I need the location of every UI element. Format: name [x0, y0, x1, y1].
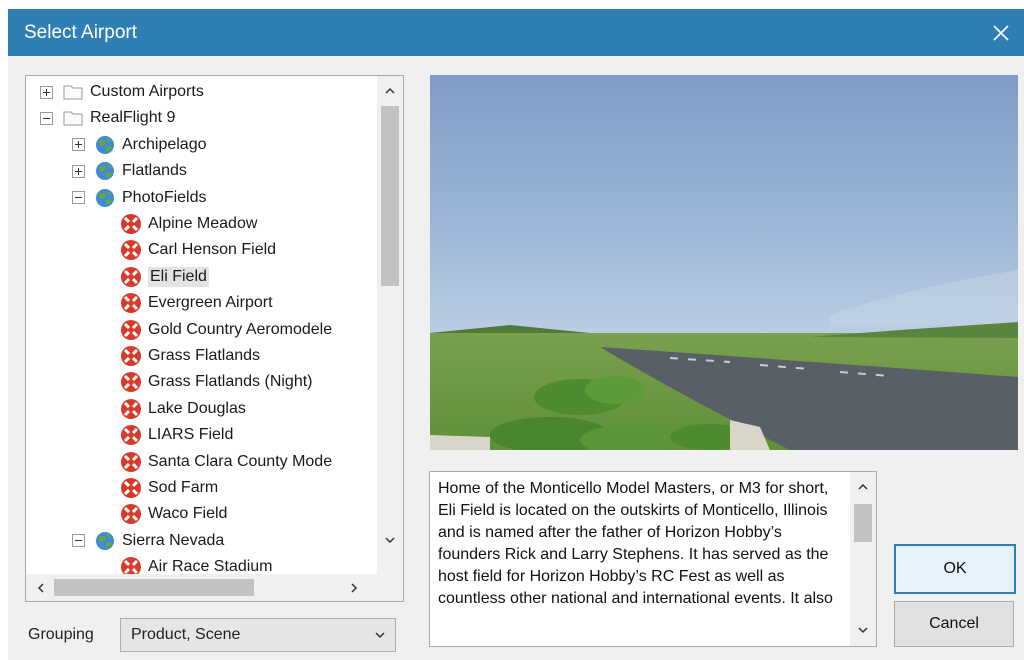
expand-icon[interactable] — [40, 85, 53, 99]
tree-item[interactable]: Gold Country Aeromodele — [120, 318, 332, 342]
airport-tree[interactable]: Custom Airports RealFlight 9 Archipelago Fl… — [25, 75, 404, 602]
expand-icon[interactable] — [72, 164, 85, 178]
globe-icon — [94, 530, 116, 552]
close-icon — [993, 24, 1009, 41]
airport-icon — [120, 345, 142, 367]
tree-item[interactable]: Lake Douglas — [120, 397, 246, 421]
tree-item-label: Gold Country Aeromodele — [148, 320, 333, 338]
grouping-value: Product, Scene — [131, 626, 241, 643]
airport-icon — [120, 239, 142, 261]
description-scroll-up-icon[interactable] — [857, 481, 869, 493]
tree-item[interactable]: LIARS Field — [120, 423, 233, 447]
tree-item-label: Archipelago — [122, 135, 207, 153]
cancel-button[interactable]: Cancel — [894, 601, 1014, 647]
tree-item[interactable]: Carl Henson Field — [120, 238, 276, 262]
tree-item-label: Grass Flatlands — [148, 347, 261, 364]
tree-vertical-scrollbar[interactable] — [377, 76, 403, 556]
collapse-icon[interactable] — [72, 191, 85, 205]
tree-item[interactable]: Sierra Nevada — [72, 529, 224, 553]
tree-item-label: Alpine Meadow — [148, 215, 258, 232]
globe-icon — [94, 160, 116, 182]
scrollbar-corner — [377, 556, 403, 601]
airport-icon — [120, 451, 142, 473]
tree-item-label: PhotoFields — [122, 188, 207, 206]
tree-item[interactable]: Sod Farm — [120, 476, 218, 500]
airport-icon — [120, 371, 142, 393]
tree-item[interactable]: Waco Field — [120, 502, 227, 526]
globe-icon — [94, 187, 116, 209]
tree-item[interactable]: RealFlight 9 — [40, 106, 175, 130]
tree-item[interactable]: Santa Clara County Mode — [120, 450, 332, 474]
scroll-left-arrow-icon[interactable] — [35, 582, 47, 594]
tree-item-label: Waco Field — [148, 505, 228, 523]
airport-icon — [120, 213, 142, 235]
airport-icon — [120, 398, 142, 420]
description-scrollbar[interactable] — [850, 472, 876, 646]
description-box[interactable]: Home of the Monticello Model Masters, or… — [429, 471, 877, 647]
airport-icon — [120, 319, 142, 341]
window-title: Select Airport — [24, 22, 137, 43]
tree-item-label: Grass Flatlands (Night) — [148, 373, 313, 391]
tree-item-label: Lake Douglas — [148, 399, 246, 417]
tree-item-label: LIARS Field — [148, 426, 234, 444]
description-scroll-thumb[interactable] — [854, 504, 872, 542]
tree-item-label: Eli Field — [148, 266, 209, 287]
airport-preview-image — [430, 75, 1018, 450]
tree-item[interactable]: Eli Field — [120, 265, 209, 289]
tree-item-label: Santa Clara County Mode — [148, 452, 333, 470]
grouping-dropdown[interactable]: Product, Scene — [120, 618, 396, 652]
tree-item[interactable]: Evergreen Airport — [120, 291, 273, 315]
tree-item[interactable]: Alpine Meadow — [120, 212, 257, 236]
airport-icon — [120, 503, 142, 525]
airport-icon — [120, 424, 142, 446]
dialog-body: Custom Airports RealFlight 9 Archipelago Fl… — [8, 56, 1024, 660]
scroll-up-arrow-icon[interactable] — [384, 85, 396, 97]
description-scroll-down-icon[interactable] — [857, 624, 869, 636]
airport-icon — [120, 266, 142, 288]
tree-item[interactable]: Grass Flatlands (Night) — [120, 370, 313, 394]
close-button[interactable] — [978, 9, 1024, 56]
tree-item-label: Carl Henson Field — [148, 241, 277, 259]
collapse-icon[interactable] — [72, 534, 85, 548]
tree-item[interactable]: Grass Flatlands — [120, 344, 260, 368]
ok-button[interactable]: OK — [894, 544, 1016, 594]
tree-item-label: Sierra Nevada — [122, 531, 225, 549]
expand-icon[interactable] — [72, 138, 85, 152]
tree-item-label: Evergreen Airport — [148, 294, 273, 312]
title-bar: Select Airport — [8, 9, 1024, 56]
tree-horizontal-scrollbar[interactable] — [26, 574, 377, 601]
folder-icon — [62, 81, 84, 103]
folder-icon — [62, 107, 84, 129]
tree-item-label: Flatlands — [122, 162, 187, 180]
airport-icon — [120, 292, 142, 314]
tree-horizontal-scroll-thumb[interactable] — [54, 579, 254, 596]
tree-item-label: Custom Airports — [90, 83, 204, 100]
tree-item[interactable]: PhotoFields — [72, 186, 207, 210]
airport-icon — [120, 477, 142, 499]
scroll-down-arrow-icon[interactable] — [384, 534, 396, 546]
tree-item[interactable]: Archipelago — [72, 133, 207, 157]
tree-item[interactable]: Flatlands — [72, 159, 187, 183]
tree-item[interactable]: Custom Airports — [40, 80, 204, 104]
tree-vertical-scroll-thumb[interactable] — [381, 106, 399, 286]
scroll-right-arrow-icon[interactable] — [348, 582, 360, 594]
grouping-label: Grouping — [28, 626, 94, 643]
tree-item-label: RealFlight 9 — [90, 109, 176, 127]
chevron-down-icon — [375, 632, 385, 639]
tree-item-label: Sod Farm — [148, 479, 219, 496]
collapse-icon[interactable] — [40, 111, 53, 125]
globe-icon — [94, 134, 116, 156]
airport-description: Home of the Monticello Model Masters, or… — [438, 480, 833, 607]
